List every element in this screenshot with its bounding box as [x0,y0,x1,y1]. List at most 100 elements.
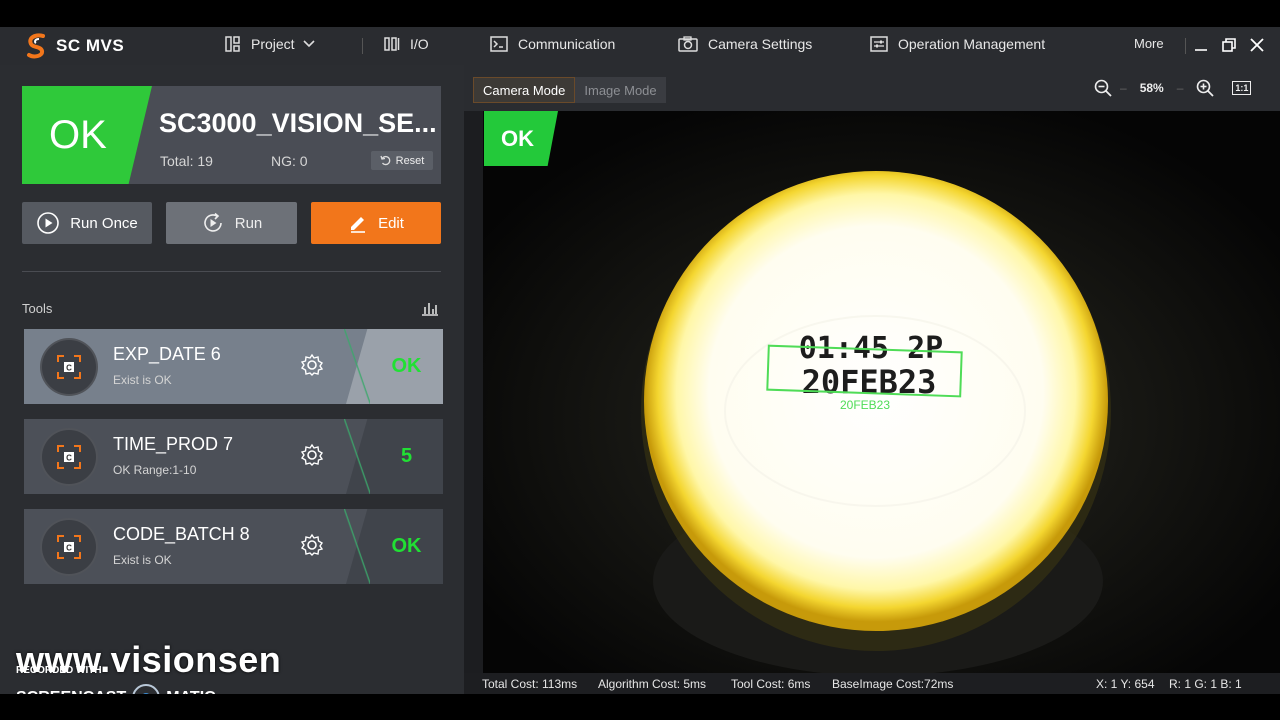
project-icon [225,36,240,52]
svg-text:C: C [66,454,72,463]
close-icon[interactable] [1248,36,1266,54]
image-view-panel: Camera Mode Image Mode – 58% – 1:1 01:45… [464,65,1280,694]
ocr-tool-icon: C [57,355,81,379]
image-result-label: OK [501,126,534,151]
zoom-controls: – 58% – 1:1 [1094,79,1252,97]
letterbox-bottom [0,694,1280,720]
play-circle-icon [37,212,60,234]
total-cost: Total Cost: 113ms [482,677,578,691]
status-card: OK SC3000_VISION_SE... Total: 19 NG: 0 R… [22,86,441,184]
tool-result-divider [344,419,370,494]
tool-result: OK [391,355,422,377]
tool-result-divider [344,329,370,404]
solution-name: SC3000_VISION_SE... [159,108,437,138]
zoom-dash-left: – [1120,81,1127,95]
algorithm-cost: Algorithm Cost: 5ms [598,677,707,691]
camera-icon [678,36,698,52]
restore-icon[interactable] [1220,36,1238,54]
minimize-icon[interactable] [1192,36,1210,54]
run-label: Run [234,214,263,232]
menu-operation-management-label: Operation Management [898,36,1046,52]
ng-count: NG: 0 [271,153,308,169]
zoom-level: 58% [1139,81,1164,95]
terminal-icon [490,36,508,52]
status-footer: Total Cost: 113ms Algorithm Cost: 5ms To… [464,673,1280,694]
tool-name: EXP_DATE 6 [113,344,221,364]
svg-text:C: C [66,364,72,373]
menu-separator [362,38,363,54]
tool-card-code-batch[interactable]: C CODE_BATCH 8 Exist is OK OK [24,509,443,584]
pencil-icon [351,217,366,233]
svg-text:C: C [66,544,72,553]
run-button[interactable]: Run [166,202,297,244]
mode-tabs: Camera Mode Image Mode [473,77,666,103]
menu-more-label: More [1134,36,1164,51]
tool-icon-badge: C [42,340,96,394]
camera-image: 01:45 2P 20FEB23 20FEB23 [483,111,1280,673]
left-panel: OK SC3000_VISION_SE... Total: 19 NG: 0 R… [0,65,464,712]
title-bar: SC MVS Project I/O Communication Camera … [0,27,1280,65]
menu-camera-settings[interactable]: Camera Settings [678,36,812,52]
zoom-in-icon[interactable] [1196,79,1215,97]
gear-icon[interactable] [300,443,324,467]
tab-camera-mode[interactable]: Camera Mode [473,77,576,103]
panel-divider [22,271,441,272]
menu-operation-management[interactable]: Operation Management [870,36,1045,52]
tool-name: TIME_PROD 7 [113,434,234,454]
tool-condition: OK Range:1-10 [113,463,197,477]
menu-communication[interactable]: Communication [490,36,615,52]
io-icon [384,37,400,51]
menu-io-label: I/O [410,36,429,52]
bar-chart-icon[interactable] [421,300,439,316]
reset-label: Reset [395,154,425,167]
tool-card-time-prod[interactable]: C TIME_PROD 7 OK Range:1-10 5 [24,419,443,494]
app-window: SC MVS Project I/O Communication Camera … [0,27,1280,712]
zoom-out-icon[interactable] [1094,79,1112,97]
app-title: SC MVS [56,36,125,55]
settings-panel-icon [870,36,888,52]
fit-actual-size-button[interactable]: 1:1 [1232,81,1252,95]
gear-icon[interactable] [300,353,324,377]
watermark-recorded: RECORDED WITH [16,665,102,676]
window-controls-separator [1185,38,1186,54]
tool-card-exp-date[interactable]: C EXP_DATE 6 Exist is OK OK [24,329,443,404]
zoom-dash-right: – [1176,81,1184,95]
image-result-badge: OK [484,111,558,166]
tab-image-mode[interactable]: Image Mode [575,77,666,103]
tool-result: OK [391,535,422,557]
tool-condition: Exist is OK [113,553,172,567]
ocr-result-label: 20FEB23 [840,398,890,412]
total-count: Total: 19 [160,153,213,169]
menu-project[interactable]: Project [225,36,315,52]
run-once-label: Run Once [70,214,138,232]
tools-heading: Tools [22,301,53,316]
run-once-button[interactable]: Run Once [22,202,152,244]
menu-more[interactable]: More [1134,36,1164,51]
pixel-rgb: R: 1 G: 1 B: 1 [1169,677,1242,691]
logo-icon [27,33,45,59]
tool-icon-badge: C [42,520,96,574]
tool-condition: Exist is OK [113,373,172,387]
menu-camera-settings-label: Camera Settings [708,36,813,52]
edit-button[interactable]: Edit [311,202,441,244]
tool-cost: Tool Cost: 6ms [731,677,811,691]
ok-badge: OK [22,86,152,184]
camera-image-canvas[interactable]: 01:45 2P 20FEB23 20FEB23 OK [483,111,1280,673]
view-toolbar: Camera Mode Image Mode – 58% – 1:1 [464,65,1280,111]
tool-result-divider [344,509,370,584]
app-logo: SC MVS [26,33,124,59]
reset-button[interactable]: Reset [371,151,433,170]
reset-icon [380,155,390,166]
gear-icon[interactable] [300,533,324,557]
ocr-tool-icon: C [57,535,81,559]
baseimage-cost: BaseImage Cost:72ms [832,677,954,691]
letterbox-top [0,0,1280,27]
menu-communication-label: Communication [518,36,616,52]
menu-project-label: Project [251,36,295,52]
edit-label: Edit [378,214,404,232]
tool-result: 5 [400,445,413,467]
tool-name: CODE_BATCH 8 [113,524,250,544]
chevron-down-icon [303,40,315,48]
menu-io[interactable]: I/O [384,36,429,52]
ok-badge-label: OK [49,113,107,157]
